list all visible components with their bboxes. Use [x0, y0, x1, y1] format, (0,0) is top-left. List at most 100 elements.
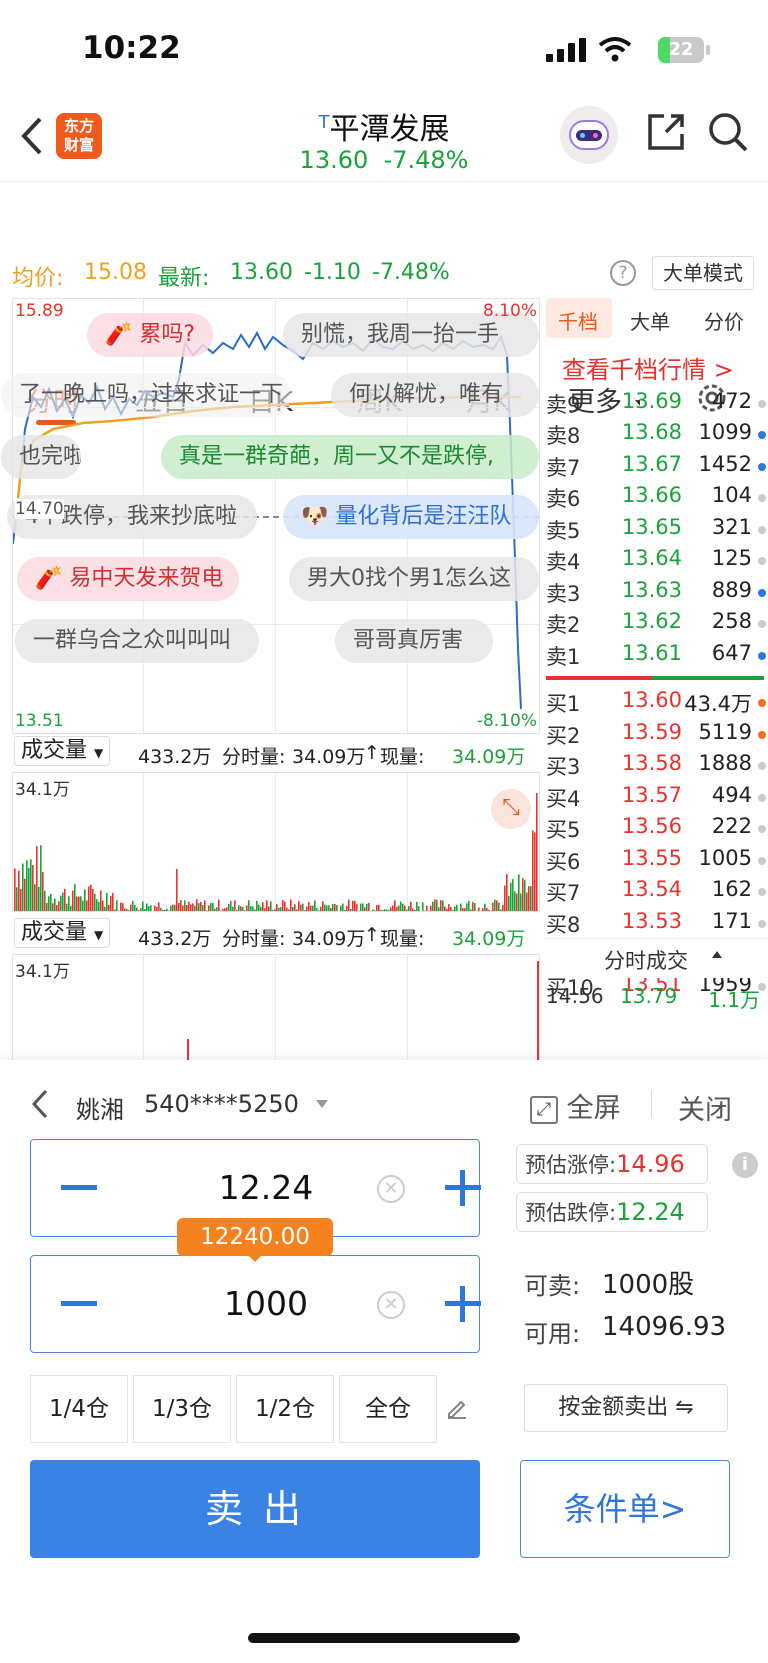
buy-level-row[interactable]: 买4 13.57 494 [544, 783, 766, 814]
volume-chart[interactable]: 34.1万 ⤡ [12, 772, 540, 912]
assistant-avatar[interactable] [560, 106, 618, 164]
latest-label: 最新: [158, 266, 210, 291]
volume-bar [144, 909, 146, 911]
volume-bar [44, 890, 46, 911]
volume-chart-2[interactable]: 34.1万 [12, 954, 540, 1060]
sell-level-row[interactable]: 卖2 13.62 258 [544, 609, 766, 640]
volume-bar [38, 886, 40, 911]
price-clear-icon[interactable]: ✕ [377, 1175, 405, 1203]
volume-bar [216, 907, 218, 911]
volume-bar [202, 904, 204, 911]
volume-bar [384, 909, 386, 911]
price-minus-button[interactable] [61, 1185, 97, 1190]
price-input[interactable]: 12.24 [141, 1168, 391, 1207]
volume-bar [186, 905, 188, 911]
sell-level-row[interactable]: 卖5 13.65 321 [544, 515, 766, 546]
sell-level-row[interactable]: 卖3 13.63 889 [544, 578, 766, 609]
volume-bar [432, 901, 434, 911]
level-dot [758, 525, 766, 534]
indicator-select[interactable]: 成交量 ▼ [14, 736, 111, 766]
account-dropdown-icon[interactable] [316, 1100, 328, 1108]
quarter-position-button[interactable]: 1/4仓 [30, 1375, 128, 1443]
qty-clear-icon[interactable]: ✕ [377, 1291, 405, 1319]
amount-badge: 12240.00 [177, 1218, 333, 1256]
volume-bar [188, 901, 190, 911]
sell-level-row[interactable]: 卖7 13.67 1452 [544, 452, 766, 483]
quantity-input[interactable]: 1000 [141, 1284, 391, 1323]
third-position-button[interactable]: 1/3仓 [133, 1375, 231, 1443]
volume-bar [76, 896, 78, 911]
help-icon[interactable]: ? [610, 260, 636, 286]
half-position-button[interactable]: 1/2仓 [236, 1375, 334, 1443]
level-dot [758, 856, 766, 865]
fullscreen-button[interactable]: ⤢ 全屏 [530, 1086, 621, 1125]
level-price: 13.59 [621, 719, 682, 744]
volume-bar [370, 910, 372, 911]
volume-bar [522, 878, 524, 911]
buy-level-row[interactable]: 买6 13.55 1005 [544, 846, 766, 877]
volume-bar [496, 900, 498, 911]
change-pct: -7.48% [372, 260, 450, 285]
sell-level-row[interactable]: 卖6 13.66 104 [544, 483, 766, 514]
indicator-select-2[interactable]: 成交量 ▼ [14, 918, 111, 948]
buy-level-row[interactable]: 买8 13.53 171 [544, 909, 766, 940]
volume-bar [118, 910, 120, 911]
volume-bars [14, 793, 538, 911]
volume-bar [18, 870, 20, 911]
qty-minus-button[interactable] [61, 1301, 97, 1306]
tab-qiandang[interactable]: 千档 [558, 306, 598, 335]
level-dot [758, 620, 766, 628]
search-icon[interactable] [706, 110, 750, 154]
volume-bar [398, 905, 400, 911]
volume-bar [62, 892, 64, 911]
edit-icon[interactable] [446, 1397, 468, 1419]
volume-bar [450, 906, 452, 911]
level-volume: 321 [711, 514, 752, 539]
share-icon[interactable] [644, 110, 688, 154]
buy-level-row[interactable]: 买1 13.60 43.4万 [544, 688, 766, 719]
volume-bar [448, 904, 450, 911]
volume-bar [366, 903, 368, 911]
volume-bar [278, 907, 280, 911]
account-number[interactable]: 540****5250 [144, 1090, 299, 1118]
sell-level-row[interactable]: 卖4 13.64 125 [544, 546, 766, 577]
buy-level-row[interactable]: 买2 13.59 5119 [544, 720, 766, 751]
tab-dadan[interactable]: 大单 [630, 306, 670, 335]
info-icon[interactable]: i [732, 1152, 758, 1178]
trade-price: 13.79 [620, 984, 678, 1008]
volume-bar [510, 882, 512, 911]
tab-fenjia[interactable]: 分价 [704, 306, 744, 335]
volume-bar [154, 905, 156, 911]
collapse-back-icon[interactable] [30, 1088, 50, 1120]
conditional-order-button[interactable]: 条件单> [520, 1460, 730, 1558]
volume-bar [26, 860, 28, 911]
level-label: 买2 [546, 723, 581, 748]
close-button[interactable]: 关闭 [678, 1088, 732, 1127]
sell-ratio-bar [546, 676, 652, 680]
buy-level-row[interactable]: 买5 13.56 222 [544, 814, 766, 845]
volume-bar [72, 890, 74, 911]
buy-level-row[interactable]: 买3 13.58 1888 [544, 751, 766, 782]
volume-header: 成交量 ▼ 433.2万 分时量: 34.09万 ↑ 现量: 34.09万 [12, 736, 540, 770]
full-position-button[interactable]: 全仓 [339, 1375, 437, 1443]
volume-bar [306, 906, 308, 911]
level-label: 卖3 [546, 581, 581, 606]
volume-bar [352, 900, 354, 911]
limit-down-value[interactable]: 12.24 [616, 1198, 685, 1226]
buy-level-row[interactable]: 买7 13.54 162 [544, 877, 766, 908]
view-depth-link[interactable]: 查看千档行情 > [562, 350, 734, 385]
up-arrow: ↑ [364, 742, 380, 764]
volume-bar [36, 846, 38, 911]
level-price: 13.58 [621, 751, 682, 775]
sell-by-amount-button[interactable]: 按金额卖出 ⇋ [524, 1384, 728, 1432]
sell-button[interactable]: 卖 出 [30, 1460, 480, 1558]
sell-level-row[interactable]: 卖8 13.68 1099 [544, 420, 766, 451]
big-order-mode-button[interactable]: 大单模式 [652, 256, 754, 290]
intraday-chart[interactable]: 🧨 累吗? 别慌，我周一抬一手 了一晚上吗，过来求证一下 何以解忧，唯有 也完啦… [1, 298, 540, 734]
sell-level-row[interactable]: 卖9 13.69 472 [544, 389, 766, 420]
trades-header[interactable]: 分时成交 [544, 938, 768, 978]
limit-up-value[interactable]: 14.96 [616, 1150, 685, 1178]
volume-bar [302, 903, 304, 911]
level-volume: 104 [711, 483, 752, 507]
sell-level-row[interactable]: 卖1 13.61 647 [544, 641, 766, 672]
